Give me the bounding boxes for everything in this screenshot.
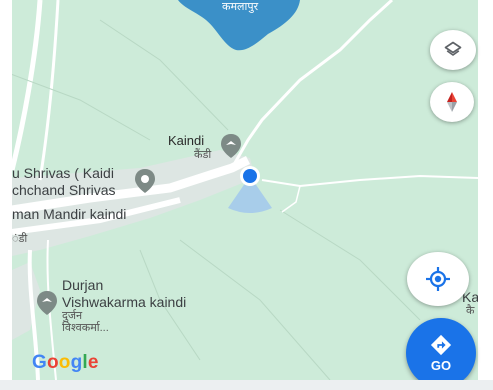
right-edge: [478, 0, 493, 390]
my-location-icon: [426, 267, 450, 291]
lake-label: कमलापुर: [222, 1, 259, 13]
logo-letter: o: [46, 352, 59, 373]
current-location-dot: [243, 169, 257, 183]
logo-letter: g: [70, 352, 83, 373]
my-location-button[interactable]: [407, 252, 469, 306]
place-label-durjan-2[interactable]: Vishwakarma kaindi: [62, 295, 186, 310]
left-edge: [0, 0, 12, 380]
go-button[interactable]: GO: [406, 318, 476, 388]
layers-icon: [444, 41, 462, 56]
place-sublabel-kaindi: कैंडी: [194, 149, 212, 161]
logo-letter: G: [32, 352, 47, 373]
place-label-kaindi[interactable]: Kaindi: [168, 134, 204, 148]
logo-letter: e: [87, 352, 99, 373]
directions-icon: [430, 334, 452, 355]
go-label: GO: [430, 357, 452, 373]
place-sublabel-durjan-1: दुर्जन: [62, 310, 83, 322]
place-label-shrivas-1[interactable]: u Shrivas ( Kaidi: [12, 166, 114, 181]
place-label-mandir[interactable]: man Mandir kaindi: [12, 207, 126, 222]
place-sublabel-right-edge: कै: [466, 305, 475, 317]
compass-button[interactable]: [430, 82, 474, 122]
compass-icon: [447, 92, 457, 112]
logo-letter: o: [58, 352, 71, 373]
google-logo: Google: [32, 352, 99, 374]
place-label-shrivas-2[interactable]: chchand Shrivas: [12, 183, 116, 198]
layers-button[interactable]: [430, 30, 476, 70]
place-pin-icon[interactable]: [220, 133, 242, 159]
bottom-sheet-edge: [0, 380, 493, 390]
place-pin-icon[interactable]: [134, 168, 156, 194]
place-label-fragment: ंडी: [12, 233, 28, 245]
map-canvas[interactable]: कमलापुर Kaindi कैंडी u Shrivas ( Kaidi c…: [0, 0, 493, 390]
place-label-durjan-1[interactable]: Durjan: [62, 278, 103, 293]
place-sublabel-durjan-2: विश्वकर्मा...: [62, 322, 109, 334]
place-pin-icon[interactable]: [36, 290, 58, 316]
